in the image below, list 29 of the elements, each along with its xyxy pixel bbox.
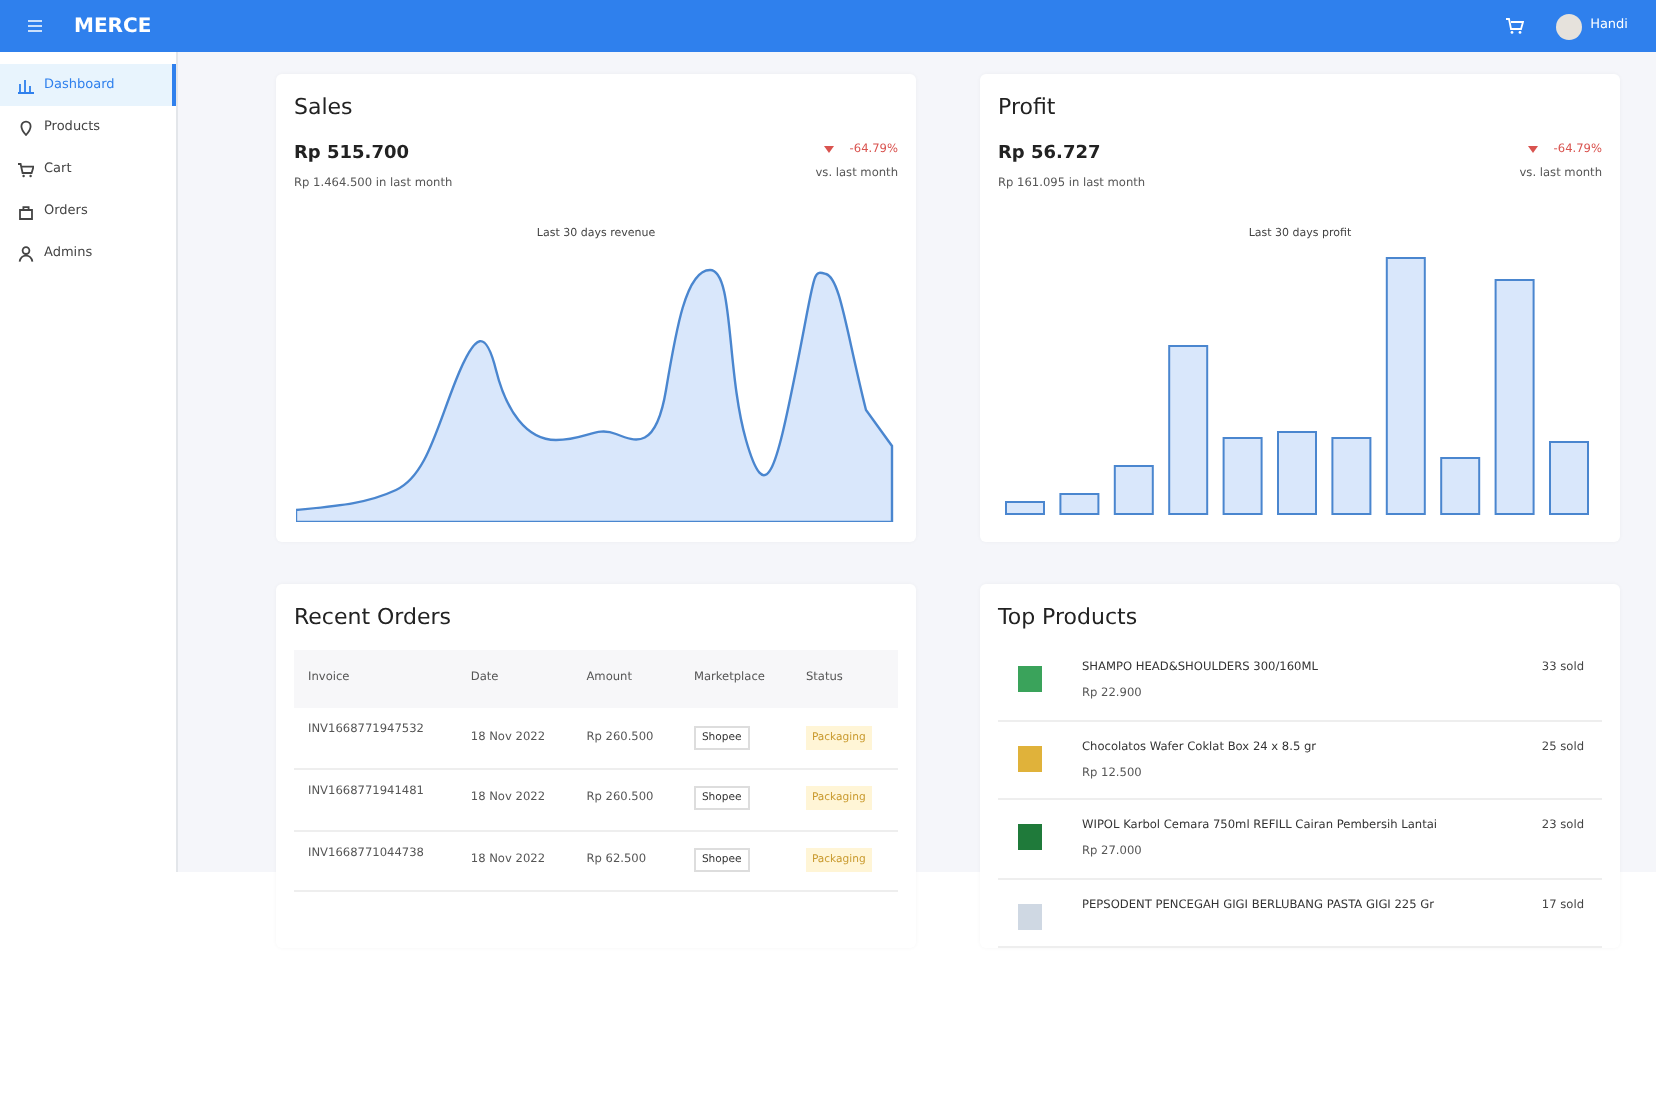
down-triangle-icon <box>823 145 834 154</box>
card-title: Profit <box>998 92 1058 124</box>
bag-icon <box>18 203 34 219</box>
avatar-circle[interactable] <box>1556 13 1583 39</box>
profit-bar <box>1059 492 1100 515</box>
card-title: Recent Orders <box>294 601 454 634</box>
product-photo-placeholder <box>1018 745 1042 772</box>
card-title: Top Products <box>998 601 1140 634</box>
product-photo-placeholder <box>1018 666 1042 693</box>
profit-bar <box>1113 464 1154 515</box>
product-photo-placeholder <box>1018 903 1042 930</box>
pin-icon <box>18 119 34 135</box>
profit-bar <box>1277 430 1317 515</box>
cart-icon <box>18 161 34 177</box>
down-triangle-icon <box>1527 145 1538 154</box>
brand-logo-text[interactable]: MERCE <box>74 11 152 41</box>
cart-icon[interactable] <box>1506 18 1525 34</box>
card-title: Sales <box>294 92 355 124</box>
profit-bar <box>1549 440 1589 515</box>
profit-bar <box>1440 456 1481 515</box>
profit-bar <box>1222 436 1263 515</box>
menu-icon[interactable] <box>28 20 42 32</box>
profit-bar <box>1331 436 1372 515</box>
person-icon <box>18 245 34 261</box>
stat-value: Rp 515.700 <box>294 141 411 167</box>
bar-chart-icon <box>18 77 34 93</box>
product-photo-placeholder <box>1018 824 1042 851</box>
profit-bar <box>1005 500 1045 515</box>
stat-value: Rp 56.727 <box>998 141 1103 167</box>
